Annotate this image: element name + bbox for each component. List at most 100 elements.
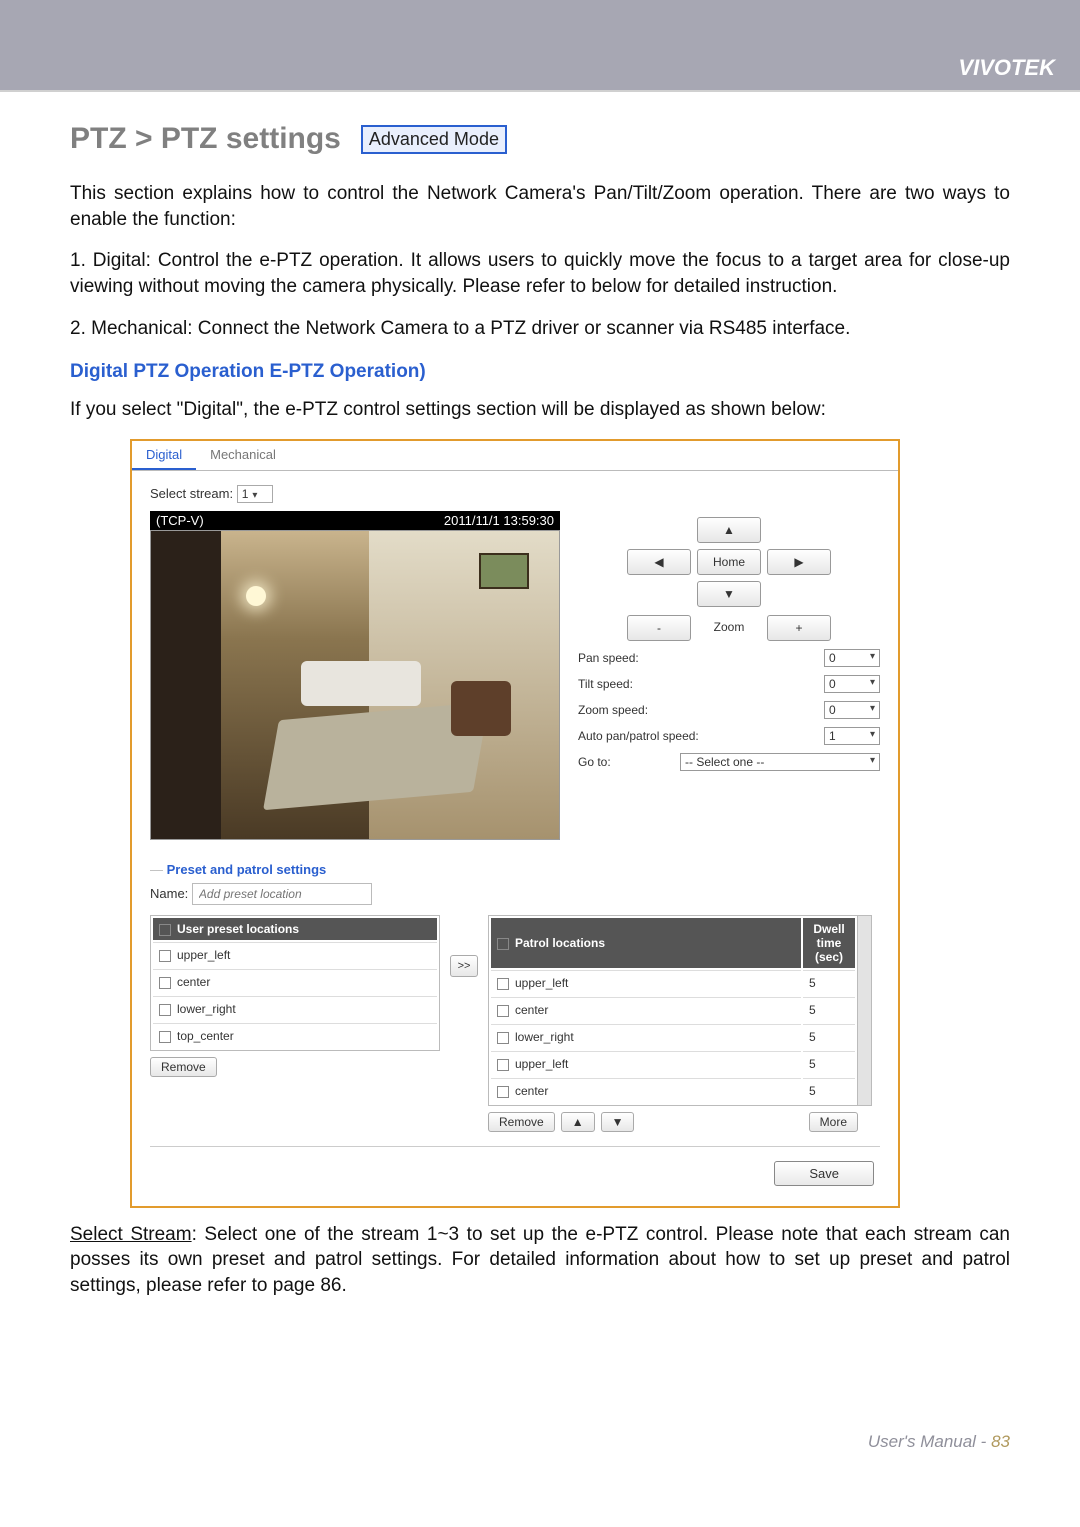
lists-row: User preset locations upper_left center … [150,915,880,1132]
dwell-value: 5 [803,1078,855,1103]
user-preset-container: User preset locations upper_left center … [150,915,440,1077]
move-up-button[interactable]: ▲ [561,1112,595,1132]
table-row[interactable]: upper_left [153,942,437,967]
pan-speed-select[interactable]: 0 [824,649,880,667]
preset-name-input[interactable] [192,883,372,905]
patrol-table: Patrol locations Dwell time(sec) upper_l… [488,915,858,1106]
row-checkbox[interactable] [497,978,509,990]
pan-speed-label: Pan speed: [578,651,639,665]
tab-row: Digital Mechanical [132,441,898,471]
transfer-button[interactable]: >> [450,955,478,977]
row-checkbox[interactable] [497,1005,509,1017]
select-stream-text: : Select one of the stream 1~3 to set up… [70,1224,1010,1296]
zoom-in-button[interactable]: + [767,615,831,641]
row-checkbox[interactable] [159,977,171,989]
video-preview[interactable] [150,530,560,840]
row-label: upper_left [177,948,230,962]
stream-row: Select stream: 1 [150,485,880,503]
intro-bullet-2: 2. Mechanical: Connect the Network Camer… [70,316,1010,342]
row-label: lower_right [515,1030,574,1044]
pan-speed-row: Pan speed: 0 [578,649,880,667]
page-header: VIVOTEK [0,0,1080,90]
table-row[interactable]: center [153,969,437,994]
select-all-user-checkbox[interactable] [159,924,171,936]
row-checkbox[interactable] [497,1032,509,1044]
advanced-mode-badge: Advanced Mode [361,125,507,154]
spacer [767,517,831,543]
row-label: lower_right [177,1002,236,1016]
save-button[interactable]: Save [774,1161,874,1186]
tilt-speed-label: Tilt speed: [578,677,633,691]
row-label: center [515,1003,548,1017]
table-row[interactable]: upper_left5 [491,970,855,995]
table-row[interactable]: top_center [153,1023,437,1048]
table-row[interactable]: center5 [491,997,855,1022]
tab-digital[interactable]: Digital [132,441,196,470]
direction-pad: ▲ ◀ Home ▶ ▼ [578,517,880,607]
video-timestamp: 2011/11/1 13:59:30 [444,513,554,528]
video-titlebar: (TCP-V) 2011/11/1 13:59:30 [150,511,560,530]
auto-speed-label: Auto pan/patrol speed: [578,729,699,743]
video-source-label: (TCP-V) [156,513,204,528]
row-checkbox[interactable] [497,1059,509,1071]
row-label: upper_left [515,1057,568,1071]
dwell-value: 5 [803,1051,855,1076]
tilt-up-button[interactable]: ▲ [697,517,761,543]
spacer [767,581,831,607]
row-label: center [515,1084,548,1098]
breadcrumb-row: PTZ > PTZ settings Advanced Mode [70,122,1010,156]
zoom-speed-label: Zoom speed: [578,703,648,717]
tilt-speed-select[interactable]: 0 [824,675,880,693]
select-all-patrol-checkbox[interactable] [497,938,509,950]
patrol-header: Patrol locations [515,936,605,950]
dwell-header-2: (sec) [815,950,843,964]
preset-section-title: Preset and patrol settings [150,862,880,877]
home-button[interactable]: Home [697,549,761,575]
brand-label: VIVOTEK [958,55,1055,81]
move-down-button[interactable]: ▼ [601,1112,635,1132]
table-row[interactable]: upper_left 5 [491,1051,855,1076]
control-column: ▲ ◀ Home ▶ ▼ - Zoom + [578,511,880,840]
stream-select[interactable]: 1 [237,485,273,503]
subheading-digital-ptz: Digital PTZ Operation E-PTZ Operation) [70,361,1010,383]
goto-select[interactable]: -- Select one -- [680,753,880,771]
intro-bullet-1: 1. Digital: Control the e-PTZ operation.… [70,248,1010,299]
tab-mechanical[interactable]: Mechanical [196,441,290,470]
preview-area: (TCP-V) 2011/11/1 13:59:30 [150,511,880,840]
row-checkbox[interactable] [159,950,171,962]
zoom-speed-select[interactable]: 0 [824,701,880,719]
video-decor [246,586,266,606]
tilt-down-button[interactable]: ▼ [697,581,761,607]
zoom-row: - Zoom + [578,615,880,641]
dwell-value: 5 [803,970,855,995]
user-header: User preset locations [177,922,299,936]
auto-speed-select[interactable]: 1 [824,727,880,745]
preset-name-label: Name: [150,886,188,901]
remove-patrol-button[interactable]: Remove [488,1112,555,1132]
remove-user-preset-button[interactable]: Remove [150,1057,217,1077]
user-preset-table: User preset locations upper_left center … [150,915,440,1051]
zoom-label: Zoom [697,615,761,641]
page-body: PTZ > PTZ settings Advanced Mode This se… [0,90,1080,1470]
video-decor [301,661,421,706]
zoom-out-button[interactable]: - [627,615,691,641]
table-row[interactable]: center 5 [491,1078,855,1103]
pan-left-button[interactable]: ◀ [627,549,691,575]
preset-name-row: Name: [150,883,880,905]
zoom-speed-row: Zoom speed: 0 [578,701,880,719]
intro-paragraph-2: If you select "Digital", the e-PTZ contr… [70,397,1010,423]
scrollbar[interactable] [858,915,872,1106]
save-row: Save [150,1146,880,1192]
panel-body: Select stream: 1 (TCP-V) 2011/11/1 13:59… [132,471,898,1206]
video-decor [151,531,221,839]
table-row[interactable]: lower_right [153,996,437,1021]
more-button[interactable]: More [809,1112,858,1132]
intro-paragraph-1: This section explains how to control the… [70,181,1010,232]
pan-right-button[interactable]: ▶ [767,549,831,575]
row-checkbox[interactable] [159,1031,171,1043]
select-stream-paragraph: Select Stream: Select one of the stream … [70,1222,1010,1299]
table-row[interactable]: lower_right5 [491,1024,855,1049]
row-checkbox[interactable] [497,1086,509,1098]
breadcrumb: PTZ > PTZ settings [70,122,341,156]
row-checkbox[interactable] [159,1004,171,1016]
